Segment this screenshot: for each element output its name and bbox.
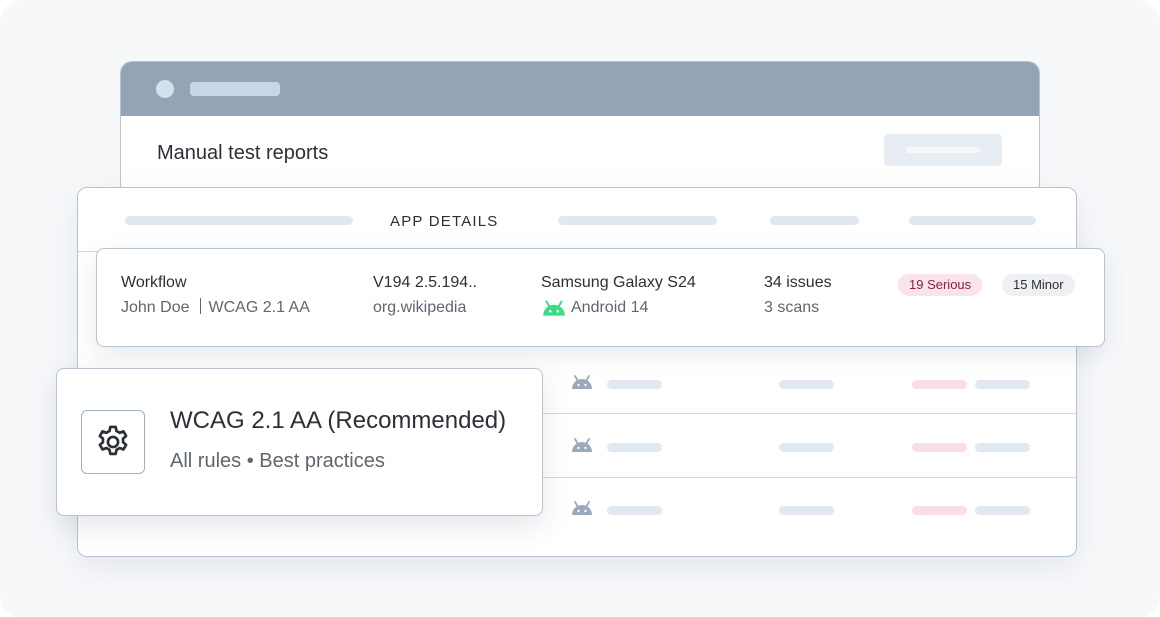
window-titlebar — [121, 62, 1039, 116]
android-icon — [543, 300, 565, 316]
button-label-placeholder — [906, 147, 980, 153]
placeholder-button[interactable] — [884, 134, 1002, 166]
android-icon — [572, 438, 592, 452]
header-placeholder — [770, 216, 859, 225]
badge-placeholder — [912, 380, 967, 389]
header-placeholder — [558, 216, 717, 225]
minor-badge: 15 Minor — [1002, 274, 1075, 296]
user-name: John Doe — [121, 299, 190, 316]
separator — [199, 298, 201, 314]
ruleset-card[interactable]: WCAG 2.1 AA (Recommended) All rules • Be… — [56, 368, 543, 516]
cell-placeholder — [779, 380, 834, 389]
workflow-meta: John Doe WCAG 2.1 AA — [121, 297, 310, 319]
ruleset-subtitle: All rules • Best practices — [170, 450, 385, 472]
issues-count: 34 issues — [764, 274, 832, 291]
window-dot — [156, 80, 174, 98]
workflow-title: Workflow — [121, 274, 187, 291]
window-title-placeholder — [190, 82, 280, 96]
device-os: Android 14 — [541, 297, 696, 319]
issues-cell: 34 issues 3 scans — [764, 272, 832, 319]
android-icon — [572, 501, 592, 515]
ruleset-title: WCAG 2.1 AA (Recommended) — [170, 407, 507, 434]
table-row-highlighted[interactable]: Workflow John Doe WCAG 2.1 AA V194 2.5.19… — [96, 248, 1105, 347]
settings-button[interactable] — [81, 410, 145, 474]
cell-placeholder — [779, 443, 834, 452]
cell-placeholder — [607, 506, 662, 515]
badge-placeholder — [975, 380, 1030, 389]
scans-count: 3 scans — [764, 299, 820, 316]
header-placeholder — [909, 216, 1036, 225]
android-icon — [572, 375, 592, 389]
table-header: APP DETAILS — [78, 188, 1076, 252]
standard-label: WCAG 2.1 AA — [208, 299, 310, 316]
serious-badge: 19 Serious — [898, 274, 983, 296]
cell-placeholder — [607, 380, 662, 389]
header-placeholder — [125, 216, 353, 225]
app-version: V194 2.5.194.. — [373, 274, 478, 291]
app-package: org.wikipedia — [373, 299, 467, 316]
badge-placeholder — [912, 506, 967, 515]
badge-placeholder — [912, 443, 967, 452]
app-cell: V194 2.5.194.. org.wikipedia — [373, 272, 477, 319]
cell-placeholder — [779, 506, 834, 515]
column-header-app-details: APP DETAILS — [390, 213, 499, 230]
device-name: Samsung Galaxy S24 — [541, 274, 696, 291]
badge-placeholder — [975, 506, 1030, 515]
page-title: Manual test reports — [157, 142, 329, 164]
device-cell: Samsung Galaxy S24 Android 14 — [541, 272, 696, 319]
gear-icon — [98, 425, 128, 456]
badge-placeholder — [975, 443, 1030, 452]
cell-placeholder — [607, 443, 662, 452]
os-version: Android 14 — [571, 299, 649, 316]
workflow-cell: Workflow John Doe WCAG 2.1 AA — [121, 272, 310, 319]
